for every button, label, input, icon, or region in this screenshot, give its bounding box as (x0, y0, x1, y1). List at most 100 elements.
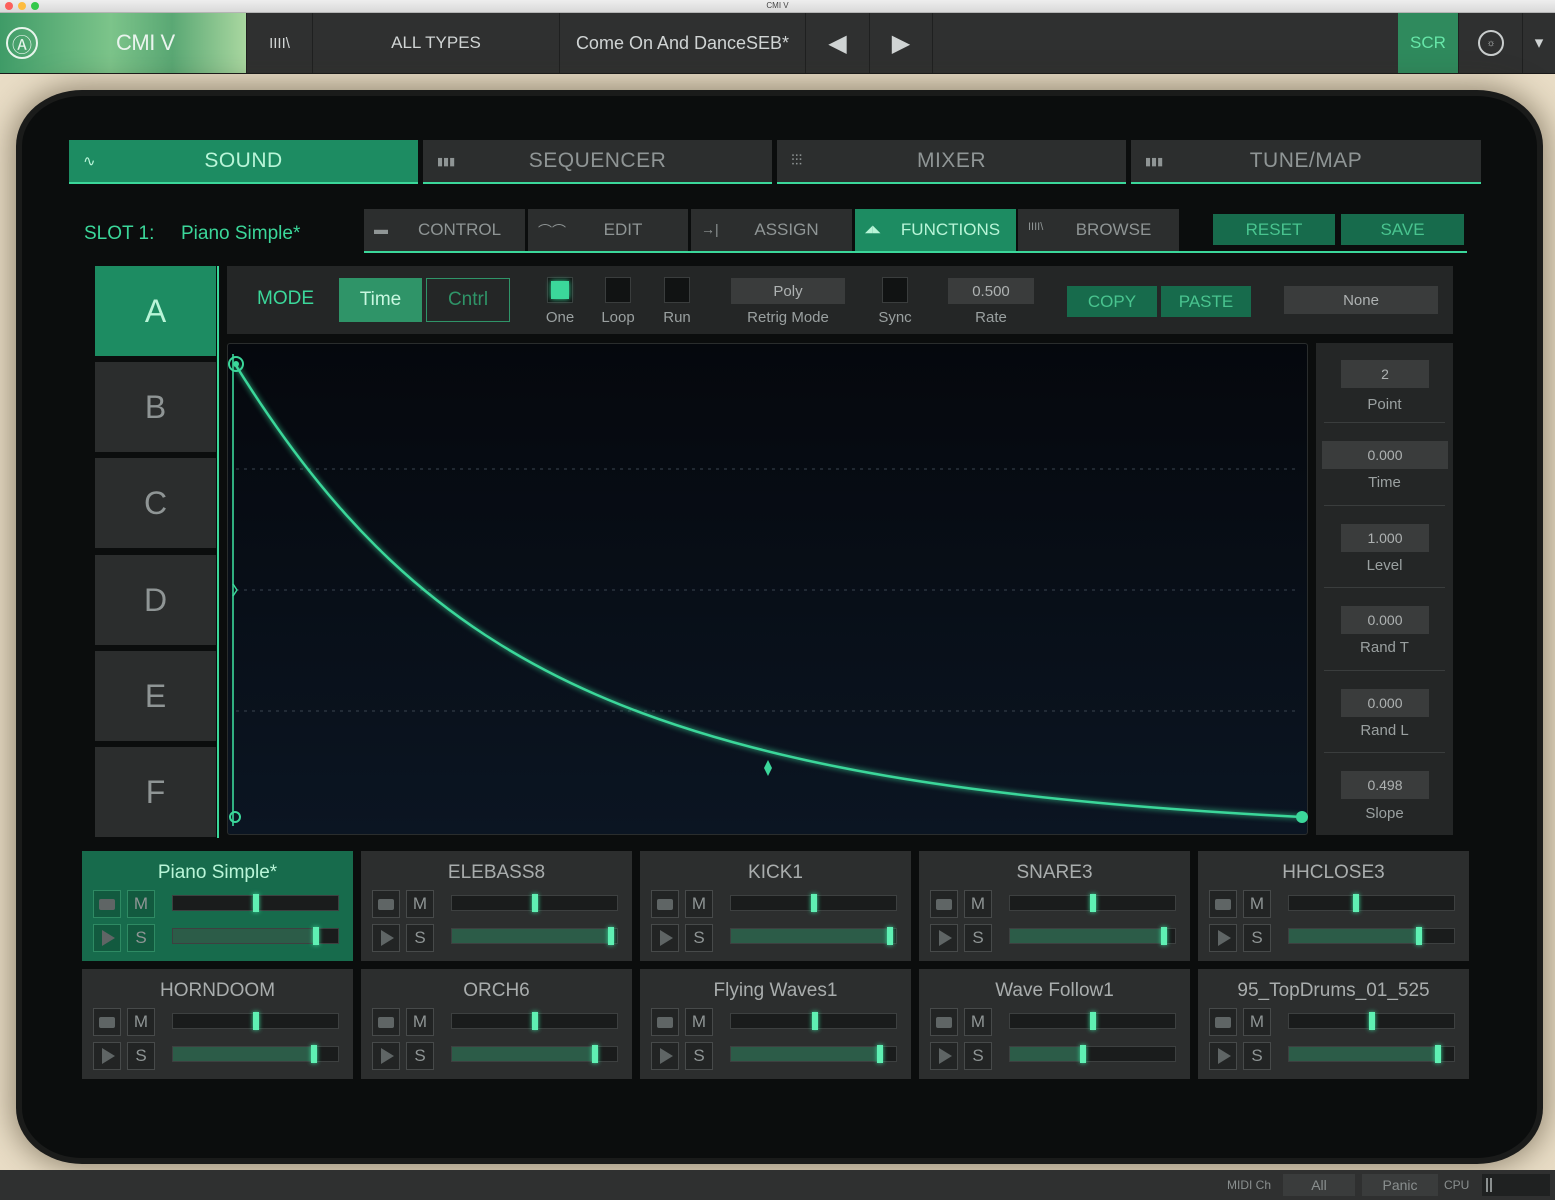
solo-button[interactable]: S (406, 924, 434, 952)
volume-slider[interactable] (451, 927, 618, 945)
play-button[interactable] (1209, 924, 1237, 952)
slope-handle[interactable] (764, 760, 772, 776)
point-value-field[interactable]: 2 (1341, 360, 1429, 388)
slider-knob[interactable] (532, 1012, 538, 1030)
load-sample-button[interactable] (930, 890, 958, 918)
function-f-button[interactable]: F (95, 747, 216, 837)
volume-slider[interactable] (730, 927, 897, 945)
more-menu-button[interactable]: ▾ (1523, 13, 1555, 73)
type-filter-dropdown[interactable]: ALL TYPES (313, 13, 560, 73)
slot-strip-7[interactable]: ORCH6 M S (361, 969, 632, 1079)
pan-slider[interactable] (730, 1012, 897, 1030)
rate-field[interactable]: 0.500 (948, 278, 1034, 304)
slot-strip-1[interactable]: Piano Simple* M S (82, 851, 353, 961)
mute-button[interactable]: M (127, 890, 155, 918)
mute-button[interactable]: M (964, 1008, 992, 1036)
settings-button[interactable]: ☼ (1460, 13, 1523, 73)
tab-tune-map[interactable]: ▮▮▮ TUNE/MAP (1131, 140, 1481, 184)
slider-knob[interactable] (313, 927, 319, 945)
load-sample-button[interactable] (93, 1008, 121, 1036)
slider-knob[interactable] (253, 1012, 259, 1030)
volume-slider[interactable] (172, 1045, 339, 1063)
play-button[interactable] (930, 1042, 958, 1070)
rand-l-value-field[interactable]: 0.000 (1341, 689, 1429, 717)
function-c-button[interactable]: C (95, 458, 216, 548)
loop-checkbox[interactable] (605, 277, 631, 303)
envelope-editor[interactable] (227, 343, 1308, 835)
mute-button[interactable]: M (964, 890, 992, 918)
volume-slider[interactable] (451, 1045, 618, 1063)
slot-strip-4[interactable]: SNARE3 M S (919, 851, 1190, 961)
time-value-field[interactable]: 0.000 (1322, 441, 1448, 469)
mute-button[interactable]: M (1243, 1008, 1271, 1036)
slider-knob[interactable] (1353, 894, 1359, 912)
pan-slider[interactable] (1009, 1012, 1176, 1030)
mute-button[interactable]: M (685, 890, 713, 918)
slot-strip-8[interactable]: Flying Waves1 M S (640, 969, 911, 1079)
paste-button[interactable]: PASTE (1161, 286, 1251, 317)
app-logo-menu[interactable]: Ⓐ CMI V (0, 13, 247, 73)
solo-button[interactable]: S (1243, 1042, 1271, 1070)
pan-slider[interactable] (730, 894, 897, 912)
pan-slider[interactable] (451, 894, 618, 912)
slider-knob[interactable] (1080, 1045, 1086, 1063)
pan-slider[interactable] (172, 1012, 339, 1030)
solo-button[interactable]: S (1243, 924, 1271, 952)
play-button[interactable] (372, 924, 400, 952)
load-sample-button[interactable] (930, 1008, 958, 1036)
pan-slider[interactable] (1009, 894, 1176, 912)
load-sample-button[interactable] (372, 890, 400, 918)
slope-value-field[interactable]: 0.498 (1341, 771, 1429, 799)
play-button[interactable] (651, 924, 679, 952)
slider-knob[interactable] (608, 927, 614, 945)
level-value-field[interactable]: 1.000 (1341, 524, 1429, 552)
solo-button[interactable]: S (964, 1042, 992, 1070)
scr-button[interactable]: SCR (1398, 13, 1459, 73)
function-d-button[interactable]: D (95, 555, 216, 645)
envelope-point-origin[interactable] (229, 811, 241, 823)
slider-knob[interactable] (877, 1045, 883, 1063)
slider-knob[interactable] (592, 1045, 598, 1063)
slider-knob[interactable] (1369, 1012, 1375, 1030)
slot-strip-2[interactable]: ELEBASS8 M S (361, 851, 632, 961)
pan-slider[interactable] (1288, 894, 1455, 912)
play-button[interactable] (372, 1042, 400, 1070)
play-button[interactable] (651, 1042, 679, 1070)
solo-button[interactable]: S (127, 1042, 155, 1070)
slider-knob[interactable] (811, 894, 817, 912)
load-sample-button[interactable] (372, 1008, 400, 1036)
solo-button[interactable]: S (406, 1042, 434, 1070)
mute-button[interactable]: M (685, 1008, 713, 1036)
function-b-button[interactable]: B (95, 362, 216, 452)
panic-button[interactable]: Panic (1362, 1174, 1438, 1196)
slot-strip-5[interactable]: HHCLOSE3 M S (1198, 851, 1469, 961)
next-preset-button[interactable]: ▶ (870, 13, 933, 73)
slider-knob[interactable] (887, 927, 893, 945)
pan-slider[interactable] (172, 894, 339, 912)
retrig-mode-dropdown[interactable]: Poly (731, 278, 845, 304)
preset-browser-button[interactable]: IIII\ (247, 13, 313, 73)
slider-knob[interactable] (532, 894, 538, 912)
solo-button[interactable]: S (127, 924, 155, 952)
load-sample-button[interactable] (651, 890, 679, 918)
run-checkbox[interactable] (664, 277, 690, 303)
solo-button[interactable]: S (685, 1042, 713, 1070)
subtab-functions[interactable]: ◢◣ FUNCTIONS (855, 209, 1016, 251)
slot-strip-6[interactable]: HORNDOOM M S (82, 969, 353, 1079)
play-button[interactable] (93, 924, 121, 952)
sync-checkbox[interactable] (882, 277, 908, 303)
subtab-control[interactable]: ▬ CONTROL (364, 209, 525, 251)
volume-slider[interactable] (1009, 1045, 1176, 1063)
slot-strip-3[interactable]: KICK1 M S (640, 851, 911, 961)
tab-sequencer[interactable]: ▮▮▮ SEQUENCER (423, 140, 772, 184)
mute-button[interactable]: M (406, 1008, 434, 1036)
slider-knob[interactable] (311, 1045, 317, 1063)
slider-knob[interactable] (1435, 1045, 1441, 1063)
slot-strip-9[interactable]: Wave Follow1 M S (919, 969, 1190, 1079)
mute-button[interactable]: M (127, 1008, 155, 1036)
volume-slider[interactable] (1288, 1045, 1455, 1063)
slot-strip-10[interactable]: 95_TopDrums_01_525 M S (1198, 969, 1469, 1079)
mute-button[interactable]: M (1243, 890, 1271, 918)
slider-knob[interactable] (253, 894, 259, 912)
play-button[interactable] (93, 1042, 121, 1070)
